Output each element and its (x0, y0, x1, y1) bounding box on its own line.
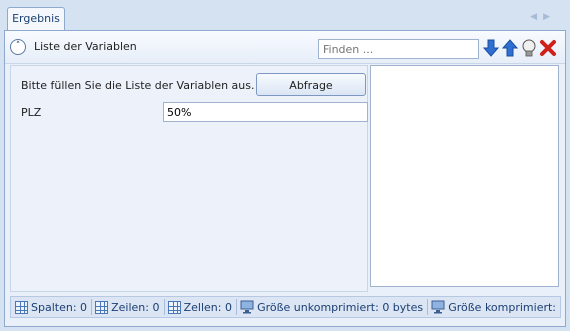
computer-icon (240, 300, 254, 314)
tab-ergebnis[interactable]: Ergebnis (7, 7, 65, 31)
status-zeilen: Zeilen: 0 (91, 300, 163, 314)
arrow-down-button[interactable] (482, 39, 500, 59)
status-compressed: Größe komprimiert: (427, 300, 560, 314)
computer-icon (431, 300, 445, 314)
grid-icon (15, 300, 28, 314)
toolbar-title: Liste der Variablen (34, 40, 137, 53)
preview-pane (370, 65, 559, 287)
plz-label: PLZ (21, 106, 42, 119)
arrow-up-button[interactable] (501, 39, 519, 59)
status-spalten: Spalten: 0 (11, 300, 91, 314)
instruction-text: Bitte füllen Sie die Liste der Variablen… (21, 79, 255, 92)
compressed-label: Größe komprimiert: (448, 300, 557, 314)
close-icon (540, 40, 556, 56)
close-button[interactable] (539, 39, 557, 59)
grid-icon (95, 300, 109, 314)
collapse-button[interactable]: ˄ (10, 39, 26, 55)
status-uncompressed: Größe unkomprimiert: 0 bytes (236, 300, 427, 314)
hint-button[interactable] (520, 39, 538, 59)
arrow-down-icon (482, 39, 500, 57)
grid-icon (167, 300, 181, 314)
bulb-icon (522, 39, 536, 57)
spalten-label: Spalten: (31, 300, 77, 314)
spalten-value: 0 (80, 300, 88, 314)
uncompressed-label: Größe unkomprimiert: (257, 300, 379, 314)
status-bar: Spalten: 0 Zeilen: 0 Zellen: 0 Größe unk… (10, 296, 561, 318)
zeilen-value: 0 (152, 300, 160, 314)
zeilen-label: Zeilen: (111, 300, 149, 314)
uncompressed-value: 0 bytes (382, 300, 424, 314)
variables-form: Bitte füllen Sie die Liste der Variablen… (10, 65, 368, 292)
zellen-label: Zellen: (183, 300, 222, 314)
arrow-up-icon (501, 39, 519, 57)
show-query-button[interactable]: Abfrage anzeigen (256, 73, 366, 113)
search-input[interactable] (318, 39, 479, 59)
tab-scroll-arrows-icon[interactable]: ◀▶ (530, 12, 556, 22)
plz-field[interactable] (163, 102, 368, 122)
zellen-value: 0 (224, 300, 232, 314)
variables-toolbar: ˄ Liste der Variablen (5, 31, 565, 64)
result-panel: ˄ Liste der Variablen Bitte füllen Sie d… (4, 30, 566, 327)
status-zellen: Zellen: 0 (164, 300, 236, 314)
